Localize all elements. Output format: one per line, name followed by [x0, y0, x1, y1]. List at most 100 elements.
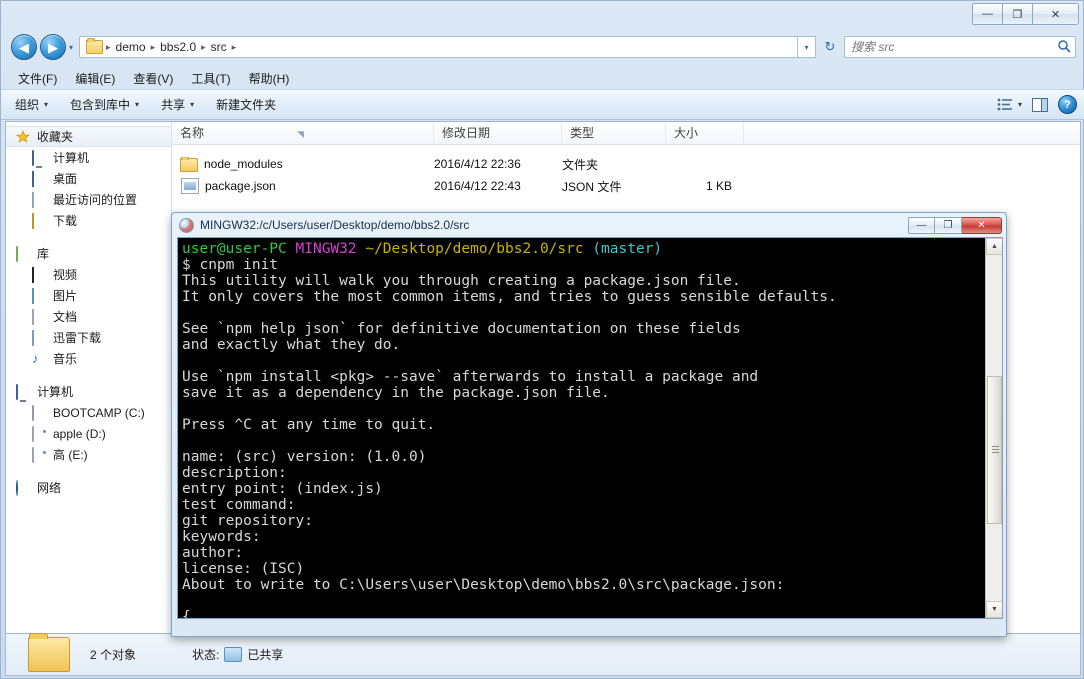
close-button[interactable]: ✕	[1033, 3, 1079, 25]
sidebar-item-drive-c[interactable]: BOOTCAMP (C:)	[6, 402, 171, 423]
table-row[interactable]: node_modules 2016/4/12 22:36 文件夹	[172, 153, 1080, 175]
chevron-down-icon: ▾	[44, 100, 49, 109]
sidebar-group-favorites[interactable]: 收藏夹	[6, 126, 171, 147]
chevron-down-icon: ▾	[135, 100, 140, 109]
column-header-date[interactable]: 修改日期	[434, 122, 562, 144]
file-size-cell: 1 KB	[705, 179, 732, 193]
mingw-icon	[179, 217, 194, 233]
sidebar-item-recent-places-label: 最近访问的位置	[53, 193, 138, 207]
sidebar-item-thunder-download[interactable]: 迅雷下载	[6, 327, 171, 348]
search-input[interactable]	[845, 39, 1053, 55]
window-controls: — ❐ ✕	[972, 3, 1079, 25]
share-label: 共享	[161, 98, 186, 112]
chevron-down-icon: ▾	[190, 100, 195, 109]
column-header-type[interactable]: 类型	[562, 122, 666, 144]
folder-icon	[86, 38, 104, 54]
sidebar-item-music[interactable]: ♪ 音乐	[6, 348, 171, 369]
toolbar-right-group: ▾ ?	[997, 95, 1084, 114]
terminal-scrollbar[interactable]: ▲ ▼	[985, 238, 1002, 618]
sidebar-group-computer[interactable]: 计算机	[6, 381, 171, 402]
menu-bar: 文件(F) 编辑(E) 查看(V) 工具(T) 帮助(H)	[1, 67, 1084, 89]
sidebar-item-desktop[interactable]: 桌面	[6, 168, 171, 189]
sidebar-item-documents-label: 文档	[53, 310, 78, 324]
file-name-label: node_modules	[204, 157, 283, 171]
table-row[interactable]: package.json 2016/4/12 22:43 JSON 文件 1 K…	[172, 175, 1080, 197]
terminal-window-controls: — ❐ ✕	[908, 216, 1006, 234]
preview-pane-button[interactable]	[1032, 97, 1048, 112]
terminal-window[interactable]: MINGW32:/c/Users/user/Desktop/demo/bbs2.…	[171, 212, 1007, 637]
include-in-library-button[interactable]: 包含到库中 ▾	[62, 93, 147, 116]
path-dropdown-icon[interactable]: ▾	[798, 36, 816, 58]
terminal-close-button[interactable]: ✕	[962, 216, 1002, 234]
menu-tools[interactable]: 工具(T)	[182, 68, 239, 89]
breadcrumb-item-bbs2[interactable]: bbs2.0	[156, 37, 200, 57]
search-icon[interactable]	[1053, 39, 1075, 56]
sidebar-group-libraries-label: 库	[37, 247, 50, 261]
sidebar-item-drive-d[interactable]: apple (D:)	[6, 423, 171, 444]
history-dropdown-icon[interactable]: ▾	[69, 43, 73, 52]
organize-button[interactable]: 组织 ▾	[7, 93, 56, 116]
sidebar-item-downloads-label: 下载	[53, 214, 78, 228]
column-header-name[interactable]: 名称 ◥	[172, 122, 434, 144]
computer-icon	[32, 149, 48, 166]
prompt-shell: MINGW32	[295, 241, 357, 257]
refresh-icon[interactable]: ↻	[818, 36, 842, 58]
menu-edit[interactable]: 编辑(E)	[66, 68, 124, 89]
column-header-size[interactable]: 大小	[666, 122, 744, 144]
sidebar-group-computer-label: 计算机	[37, 385, 74, 399]
minimize-button[interactable]: —	[972, 3, 1003, 25]
help-button[interactable]: ?	[1058, 95, 1077, 114]
window-title-bar: — ❐ ✕	[1, 1, 1084, 29]
share-status: 状态: 已共享	[192, 646, 283, 663]
share-button[interactable]: 共享 ▾	[153, 93, 202, 116]
music-icon: ♪	[32, 350, 39, 366]
sidebar-item-computer-fav[interactable]: 计算机	[6, 147, 171, 168]
sidebar-item-documents[interactable]: 文档	[6, 306, 171, 327]
menu-view[interactable]: 查看(V)	[124, 68, 182, 89]
navigation-pane[interactable]: 收藏夹 计算机 桌面 最近访问的位置 下载 库 视频 图片 文档 迅雷下载 ♪ …	[6, 122, 172, 633]
menu-help[interactable]: 帮助(H)	[240, 68, 299, 89]
sidebar-item-desktop-label: 桌面	[53, 172, 78, 186]
sidebar-group-libraries[interactable]: 库	[6, 243, 171, 264]
chevron-down-icon: ▾	[1017, 100, 1022, 109]
search-box[interactable]	[844, 36, 1076, 58]
scroll-down-icon[interactable]: ▼	[986, 601, 1002, 618]
breadcrumb-item-src[interactable]: src	[207, 37, 231, 57]
sidebar-item-downloads[interactable]: 下载	[6, 210, 171, 231]
sidebar-item-drive-e-label: 高 (E:)	[53, 448, 88, 462]
breadcrumb-item-demo[interactable]: demo	[112, 37, 150, 57]
file-name-cell[interactable]: package.json	[180, 178, 434, 194]
sidebar-item-pictures-label: 图片	[53, 289, 78, 303]
file-type-cell: JSON 文件	[562, 179, 622, 194]
star-icon	[16, 129, 32, 144]
thunder-download-icon	[32, 329, 48, 346]
prompt-path: ~/Desktop/demo/bbs2.0/src	[365, 241, 584, 257]
scrollbar-thumb[interactable]	[987, 376, 1002, 524]
forward-button[interactable]: ▶	[40, 34, 66, 60]
change-view-button[interactable]: ▾	[997, 98, 1022, 111]
prompt-branch: (master)	[592, 241, 663, 257]
sidebar-item-videos[interactable]: 视频	[6, 264, 171, 285]
sidebar-item-drive-e[interactable]: 高 (E:)	[6, 444, 171, 465]
new-folder-button[interactable]: 新建文件夹	[208, 93, 284, 116]
file-name-cell[interactable]: node_modules	[180, 156, 434, 172]
details-pane: 2 个对象 状态: 已共享	[5, 633, 1081, 676]
maximize-button[interactable]: ❐	[1003, 3, 1033, 25]
back-button[interactable]: ◀	[11, 34, 37, 60]
scroll-up-icon[interactable]: ▲	[986, 238, 1002, 255]
sidebar-item-thunder-download-label: 迅雷下载	[53, 331, 102, 345]
status-label: 状态:	[192, 648, 220, 662]
terminal-output[interactable]: user@user-PC MINGW32 ~/Desktop/demo/bbs2…	[178, 238, 985, 618]
sidebar-item-pictures[interactable]: 图片	[6, 285, 171, 306]
menu-file[interactable]: 文件(F)	[9, 68, 66, 89]
terminal-maximize-button[interactable]: ❐	[935, 216, 962, 234]
sidebar-group-network[interactable]: 网络	[6, 477, 171, 498]
terminal-minimize-button[interactable]: —	[908, 216, 935, 234]
folder-icon	[28, 633, 70, 672]
breadcrumb[interactable]: ▸ demo ▸ bbs2.0 ▸ src ▸	[79, 36, 798, 58]
sidebar-item-recent-places[interactable]: 最近访问的位置	[6, 189, 171, 210]
object-count-label: 2 个对象	[90, 648, 137, 662]
terminal-body[interactable]: user@user-PC MINGW32 ~/Desktop/demo/bbs2…	[177, 237, 1003, 619]
